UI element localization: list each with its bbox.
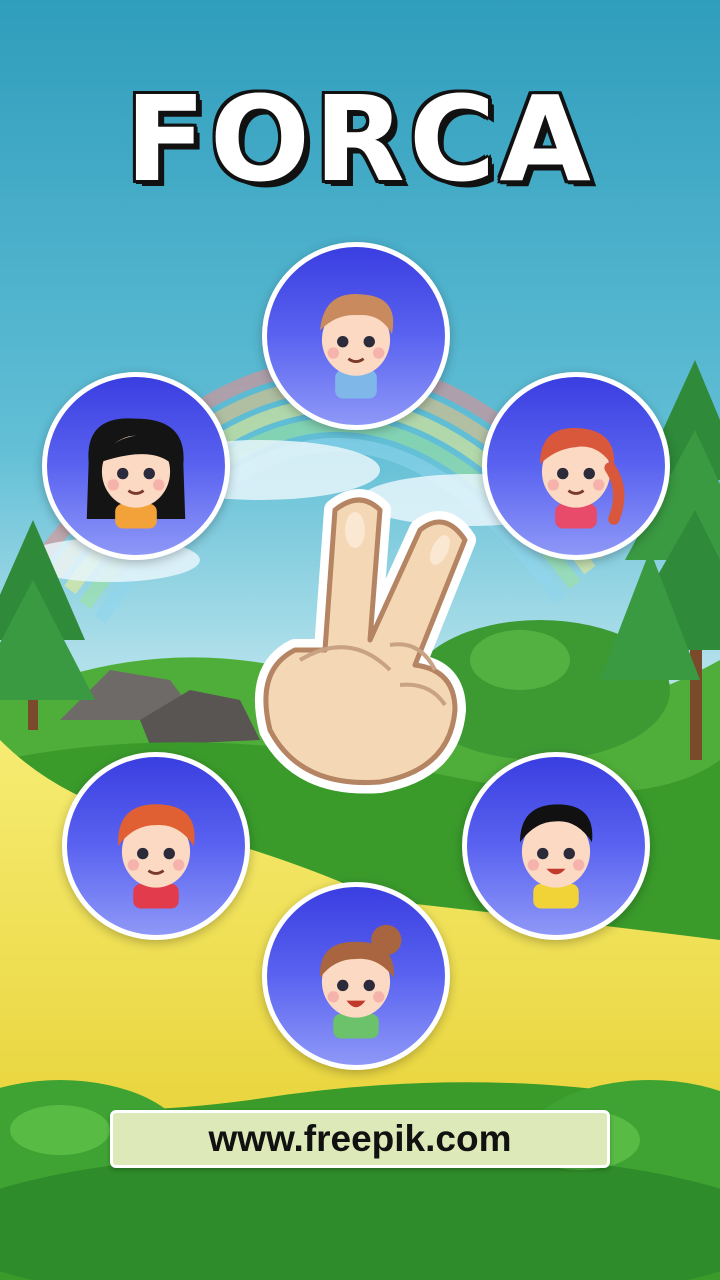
game-title: FORCA [125,70,595,208]
avatar-boy-black-hair[interactable] [462,752,650,940]
freepik-link-box[interactable]: www.freepik.com [110,1110,610,1168]
girl-black-hair-icon [86,418,186,529]
girl-red-braid-icon [540,428,625,529]
boy-brown-hair-icon [320,294,394,399]
avatar-girl-brown-bun[interactable] [262,882,450,1070]
avatar-girl-red-braid[interactable] [482,372,670,560]
boy-black-hair-icon [520,804,593,909]
peace-hand-icon [254,489,476,794]
avatar-boy-brown-hair[interactable] [262,242,450,430]
girl-brown-bun-icon [319,924,402,1039]
boy-red-hair-icon [118,804,195,909]
avatar-boy-red-hair[interactable] [62,752,250,940]
avatar-girl-black-hair[interactable] [42,372,230,560]
freepik-link-text[interactable]: www.freepik.com [209,1118,512,1160]
